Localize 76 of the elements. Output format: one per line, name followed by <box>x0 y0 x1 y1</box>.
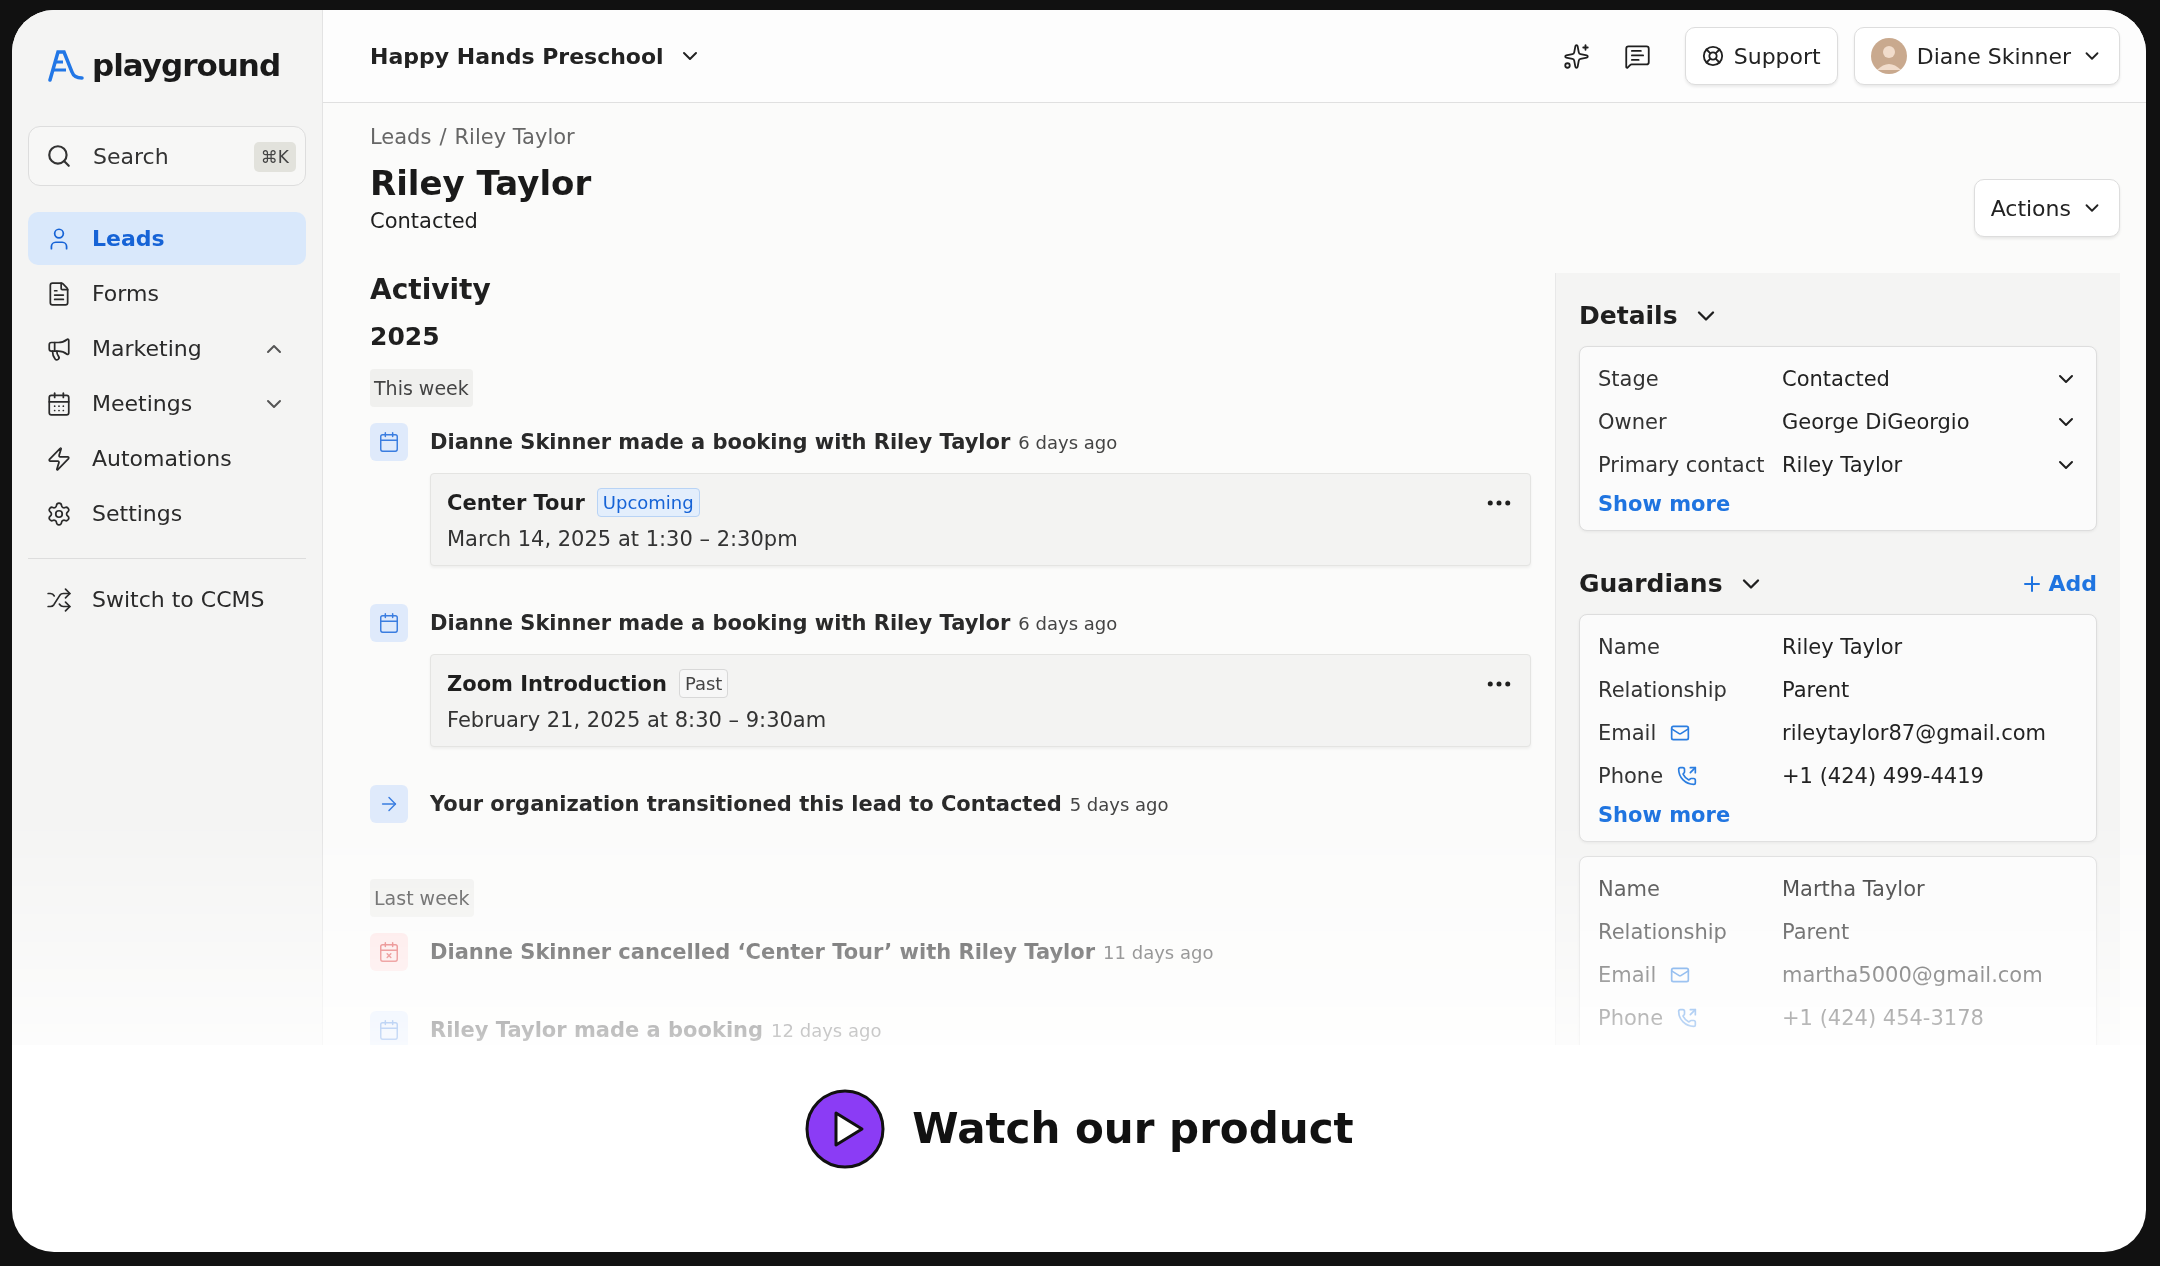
lifebuoy-icon <box>1701 45 1724 67</box>
nav-item[interactable]: Forms <box>28 267 306 320</box>
status-badge: Upcoming <box>596 488 700 517</box>
field-label: Relationship <box>1598 677 1727 702</box>
actions-button[interactable]: Actions <box>1973 179 2120 237</box>
nav-item[interactable]: Leads <box>28 212 306 265</box>
search-icon <box>46 143 72 169</box>
phone-icon[interactable] <box>1677 765 1698 786</box>
lightning-icon <box>46 445 72 472</box>
activity-text: Dianne Skinner made a booking with Riley Taylor 6 days ago <box>430 430 1118 454</box>
field-value: +1 (424) 454-3178 <box>1782 1005 1985 1030</box>
field-label: Owner <box>1598 409 1667 434</box>
gear-icon <box>46 500 72 527</box>
activity-text: Dianne Skinner made a booking with Riley Taylor 6 days ago <box>430 611 1118 635</box>
show-more-link[interactable]: Show more <box>1598 492 2078 516</box>
show-more-link[interactable]: Show more <box>1598 803 2078 827</box>
shuffle-icon <box>46 586 72 613</box>
field-value[interactable]: George DiGeorgio <box>1782 409 2054 434</box>
field-label: Relationship <box>1598 919 1727 944</box>
field-value: Riley Taylor <box>1782 634 1904 659</box>
activity-text: Dianne Skinner cancelled ‘Center Tour’ with Riley Taylor 11 days ago <box>430 940 1214 964</box>
activity-text: Your organization transitioned this lead to Contacted 5 days ago <box>430 792 1169 816</box>
field-label: Phone <box>1598 1005 1664 1030</box>
event-time: February 21, 2025 at 8:30 – 9:30am <box>447 708 827 732</box>
field-label: Name <box>1598 876 1660 901</box>
calendar-icon <box>370 604 408 642</box>
lead-stage: Contacted <box>370 209 479 233</box>
calendar-icon <box>370 423 408 461</box>
megaphone-icon <box>46 335 72 362</box>
breadcrumb-separator: / <box>439 125 447 149</box>
week-label: This week <box>370 369 473 407</box>
nav-item[interactable]: Marketing <box>28 322 306 375</box>
logo-text: playground <box>92 47 281 83</box>
event-time: March 14, 2025 at 1:30 – 2:30pm <box>447 527 798 551</box>
field-label: Stage <box>1598 366 1659 391</box>
section-title: Details <box>1579 301 1678 330</box>
avatar-icon <box>1870 38 1907 74</box>
add-link[interactable]: Add <box>2020 571 2097 596</box>
calendar-icon <box>46 390 72 417</box>
field-value: Parent <box>1782 677 1851 702</box>
support-button[interactable]: Support <box>1684 27 1838 85</box>
field-value: +1 (424) 499-4419 <box>1782 763 1985 788</box>
calendar-x-icon <box>370 933 408 971</box>
event-title: Center Tour <box>447 490 585 515</box>
year-heading: 2025 <box>370 322 441 351</box>
status-badge: Past <box>678 669 729 698</box>
nav-item[interactable]: Automations <box>28 432 306 485</box>
field-label: Name <box>1598 634 1660 659</box>
promo-text: Watch our product <box>912 1104 1354 1153</box>
field-value[interactable]: Riley Taylor <box>1782 452 2054 477</box>
week-label: Last week <box>370 879 474 917</box>
field-value: Parent <box>1782 919 1851 944</box>
event-title: Zoom Introduction <box>447 671 667 696</box>
field-value: Martha Taylor <box>1782 876 1926 901</box>
lead-name: Riley Taylor <box>370 163 592 203</box>
shortcut-key: ⌘K <box>253 142 296 172</box>
section-title: Activity <box>370 273 492 306</box>
play-icon[interactable] <box>804 1087 887 1170</box>
chat-icon[interactable] <box>1623 42 1651 70</box>
school-selector[interactable]: Happy Hands Preschool <box>370 43 664 69</box>
nav-item[interactable]: Meetings <box>28 377 306 430</box>
field-label: Email <box>1598 962 1657 987</box>
breadcrumb-current: Riley Taylor <box>454 125 575 149</box>
field-label: Phone <box>1598 763 1664 788</box>
switch-link[interactable]: Switch to CCMS <box>28 573 306 626</box>
section-title: Guardians <box>1579 569 1723 598</box>
field-value[interactable]: Contacted <box>1782 366 2054 391</box>
nav-item[interactable]: Settings <box>28 487 306 540</box>
breadcrumb-link[interactable]: Leads <box>370 125 432 149</box>
field-value: martha5000@gmail.com <box>1782 962 2044 987</box>
field-label: Email <box>1598 720 1657 745</box>
user-menu-button[interactable]: Diane Skinner <box>1853 27 2120 85</box>
document-icon <box>46 280 72 307</box>
field-value: rileytaylor87@gmail.com <box>1782 720 2048 745</box>
field-label: Primary contact <box>1598 452 1765 477</box>
sparkle-icon[interactable] <box>1562 42 1590 70</box>
